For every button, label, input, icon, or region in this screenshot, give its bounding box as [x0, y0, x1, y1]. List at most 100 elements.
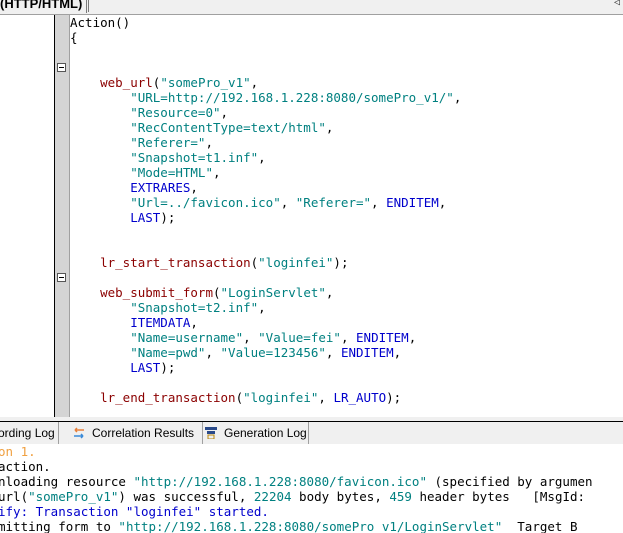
- token: "Snapshot=t2.inf": [70, 300, 259, 315]
- code-line: EXTRARES,: [70, 180, 623, 195]
- token: "Resource=0": [70, 105, 221, 120]
- token: action.: [0, 459, 51, 474]
- token: ,: [258, 150, 266, 165]
- tab-recording-log[interactable]: ording Log: [0, 422, 59, 444]
- top-tab-bar: (HTTP/HTML) ◁: [0, 0, 623, 15]
- code-line: web_submit_form("LoginServlet",: [70, 285, 623, 300]
- token: LAST: [70, 210, 161, 225]
- log-line: mitting form to "http://192.168.1.228:80…: [0, 519, 623, 533]
- code-line: LAST);: [70, 210, 623, 225]
- token: mitting form to: [0, 519, 119, 533]
- token: "Url=../favicon.ico": [70, 195, 281, 210]
- token: "Value=123456": [220, 345, 326, 360]
- token: LAST: [70, 360, 161, 375]
- fold-toggle-icon[interactable]: [57, 63, 66, 72]
- token: "loginfei": [243, 390, 319, 405]
- token: ,: [318, 390, 334, 405]
- log-line: ify: Transaction "loginfei" started.: [0, 504, 623, 519]
- log-line: nloading resource "http://192.168.1.228:…: [0, 474, 623, 489]
- dropdown-arrow-icon[interactable]: ◁: [614, 0, 620, 8]
- token: ,: [438, 195, 447, 210]
- fold-toggle-icon[interactable]: [57, 273, 66, 282]
- token: ,: [340, 330, 357, 345]
- token: ENDITEM: [356, 330, 409, 345]
- code-line: "Mode=HTML",: [70, 165, 623, 180]
- token: lr_end_transaction: [70, 390, 236, 405]
- token: "Referer=": [70, 135, 206, 150]
- code-line: "Url=../favicon.ico", "Referer=", ENDITE…: [70, 195, 623, 210]
- token: ENDITEM: [340, 345, 394, 360]
- token: "Mode=HTML": [70, 165, 213, 180]
- token: ,: [220, 105, 229, 120]
- tab-label: Correlation Results: [92, 426, 195, 440]
- token: "Value=fei": [258, 330, 341, 345]
- code-line: web_url("somePro_v1",: [70, 75, 623, 90]
- token: ify: Transaction "loginfei" started.: [0, 504, 269, 519]
- correlation-icon: [72, 424, 86, 439]
- code-line: lr_end_transaction("loginfei", LR_AUTO);: [70, 390, 623, 405]
- token: on 1.: [0, 444, 36, 459]
- token: url(: [0, 489, 29, 504]
- token: {: [70, 30, 78, 45]
- token: ) was successful,: [118, 489, 254, 504]
- code-line: ITEMDATA,: [70, 315, 623, 330]
- token: ,: [453, 90, 462, 105]
- tab-generation-log[interactable]: Generation Log: [204, 422, 309, 444]
- token: ,: [190, 180, 198, 195]
- code-line: "Name=pwd", "Value=123456", ENDITEM,: [70, 345, 623, 360]
- token: (specified by argumen: [426, 474, 593, 489]
- token: ,: [371, 195, 387, 210]
- code-line: "URL=http://192.168.1.228:8080/somePro_v…: [70, 90, 623, 105]
- token: ,: [205, 135, 213, 150]
- code-line: "RecContentType=text/html",: [70, 120, 623, 135]
- code-line: "Snapshot=t1.inf",: [70, 150, 623, 165]
- tab-label: Generation Log: [224, 426, 307, 440]
- token: );: [333, 255, 349, 270]
- code-line: Action(): [70, 15, 623, 30]
- token: ,: [258, 300, 266, 315]
- token: ,: [325, 120, 334, 135]
- token: "Name=username": [70, 330, 244, 345]
- token: );: [386, 390, 402, 405]
- token: "URL=http://192.168.1.228:8080/somePro_v…: [70, 90, 454, 105]
- token: ,: [213, 165, 221, 180]
- code-line: "Name=username", "Value=fei", ENDITEM,: [70, 330, 623, 345]
- token: "Snapshot=t1.inf": [70, 150, 259, 165]
- token: body bytes,: [291, 489, 390, 504]
- token: "http://192.168.1.228:8080/somePro_v1/Lo…: [118, 519, 503, 533]
- code-line: "Resource=0",: [70, 105, 623, 120]
- log-line: on 1.: [0, 444, 623, 459]
- log-line: url("somePro_v1") was successful, 22204 …: [0, 489, 623, 504]
- script-tab[interactable]: (HTTP/HTML): [0, 0, 88, 13]
- token: "http://192.168.1.228:8080/favicon.ico": [133, 474, 427, 489]
- output-log[interactable]: on 1. action. nloading resource "http://19…: [0, 444, 623, 533]
- code-line: "Referer=",: [70, 135, 623, 150]
- token: ,: [205, 345, 221, 360]
- token: header bytes [MsgId:: [411, 489, 586, 504]
- token: "Name=pwd": [70, 345, 206, 360]
- token: "LoginServlet": [220, 285, 326, 300]
- token: (: [213, 285, 221, 300]
- token: ,: [393, 345, 402, 360]
- token: (: [235, 390, 244, 405]
- token: web_submit_form: [70, 285, 213, 300]
- token: "somePro_v1": [28, 489, 119, 504]
- token: "loginfei": [258, 255, 334, 270]
- tab-correlation-results[interactable]: Correlation Results: [62, 422, 203, 444]
- code-line: LAST);: [70, 360, 623, 375]
- editor-gutter: [54, 15, 70, 417]
- token: Target B: [502, 519, 578, 533]
- log-line: action.: [0, 459, 623, 474]
- code-line: "Snapshot=t2.inf",: [70, 300, 623, 315]
- token: ,: [243, 330, 259, 345]
- token: lr_start_transaction: [70, 255, 251, 270]
- token: ,: [250, 75, 259, 90]
- token: );: [160, 360, 176, 375]
- token: );: [160, 210, 176, 225]
- code-editor[interactable]: Action(){ web_url("somePro_v1", "URL=htt…: [70, 15, 623, 417]
